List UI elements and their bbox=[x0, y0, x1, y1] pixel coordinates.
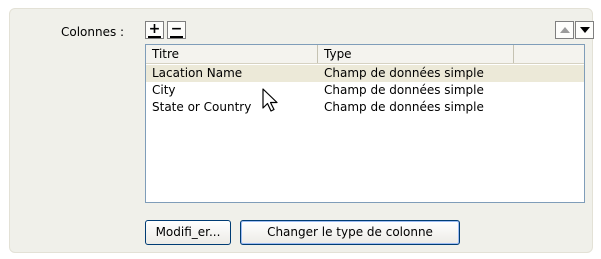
row-type: Champ de données simple bbox=[324, 100, 484, 114]
table-row[interactable]: City Champ de données simple bbox=[146, 82, 584, 99]
table-row[interactable]: Lacation Name Champ de données simple bbox=[146, 65, 584, 82]
arrow-down-icon bbox=[579, 27, 590, 33]
mouse-pointer-icon bbox=[262, 88, 278, 112]
header-empty[interactable] bbox=[514, 45, 584, 63]
plus-icon: + bbox=[147, 21, 162, 38]
move-up-button[interactable] bbox=[555, 21, 574, 39]
modify-button[interactable]: Modifi_er... bbox=[145, 220, 231, 245]
columns-list[interactable]: Titre Type Lacation Name Champ de donnée… bbox=[145, 44, 585, 203]
add-column-button[interactable]: + bbox=[145, 21, 164, 39]
move-down-button[interactable] bbox=[575, 21, 594, 39]
row-title: City bbox=[152, 83, 176, 97]
columns-label: Colonnes : bbox=[61, 25, 125, 39]
row-title: Lacation Name bbox=[152, 66, 243, 80]
header-title[interactable]: Titre bbox=[146, 45, 318, 63]
row-type: Champ de données simple bbox=[324, 83, 484, 97]
list-header: Titre Type bbox=[146, 45, 584, 64]
remove-column-button[interactable]: − bbox=[167, 21, 186, 39]
table-row[interactable]: State or Country Champ de données simple bbox=[146, 99, 584, 116]
header-type[interactable]: Type bbox=[318, 45, 514, 63]
arrow-up-icon bbox=[559, 27, 570, 33]
row-title: State or Country bbox=[152, 100, 252, 114]
minus-icon: − bbox=[169, 21, 184, 38]
row-type: Champ de données simple bbox=[324, 66, 484, 80]
change-column-type-button[interactable]: Changer le type de colonne bbox=[240, 220, 460, 245]
